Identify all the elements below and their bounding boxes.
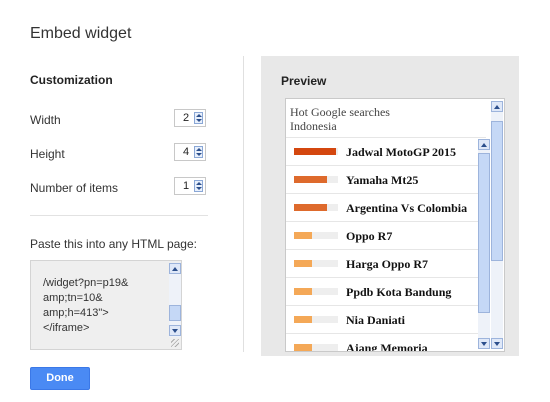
height-value: 4 (183, 146, 190, 158)
trend-item[interactable]: Harga Oppo R7 (286, 249, 486, 277)
width-value: 2 (183, 112, 190, 124)
trend-label[interactable]: Ajang Memoria (346, 341, 428, 351)
preview-heading: Preview (281, 74, 327, 88)
widget-subtitle: Indonesia (290, 119, 337, 133)
scroll-thumb[interactable] (478, 153, 490, 313)
trend-bar-track (294, 204, 338, 211)
trend-label[interactable]: Jadwal MotoGP 2015 (346, 145, 456, 160)
trend-item[interactable]: Ppdb Kota Bandung (286, 277, 486, 305)
scroll-up-icon[interactable] (491, 101, 503, 112)
trend-bar (294, 176, 327, 183)
trend-label[interactable]: Ppdb Kota Bandung (346, 285, 451, 300)
trend-label[interactable]: Nia Daniati (346, 313, 405, 328)
trend-bar (294, 148, 336, 155)
trend-label[interactable]: Oppo R7 (346, 229, 392, 244)
done-button[interactable]: Done (30, 367, 90, 390)
code-scrollbar[interactable] (169, 263, 181, 337)
trend-bar-track (294, 176, 338, 183)
embed-code-textarea[interactable]: /widget?pn=p19& amp;tn=10& amp;h=413"> <… (30, 260, 182, 350)
trend-label[interactable]: Argentina Vs Colombia (346, 201, 467, 216)
resize-handle-icon[interactable] (171, 339, 179, 347)
preview-widget[interactable]: Hot Google searches Indonesia Jadwal Mot… (285, 98, 505, 352)
preview-panel: Preview Hot Google searches Indonesia Ja… (261, 56, 519, 356)
stepper-arrows-icon[interactable] (194, 146, 203, 158)
number-of-items-value: 1 (183, 180, 190, 192)
trend-item[interactable]: Yamaha Mt25 (286, 165, 486, 193)
widget-title: Hot Google searches (290, 105, 390, 119)
scroll-up-icon[interactable] (478, 139, 490, 150)
width-label: Width (30, 113, 61, 127)
dialog-title: Embed widget (30, 25, 132, 42)
stepper-arrows-icon[interactable] (194, 112, 203, 124)
trend-bar-track (294, 316, 338, 323)
trend-item[interactable]: Ajang Memoria (286, 333, 486, 351)
trend-bar-track (294, 260, 338, 267)
trend-label[interactable]: Harga Oppo R7 (346, 257, 428, 272)
trend-label[interactable]: Yamaha Mt25 (346, 173, 418, 188)
trend-bar-track (294, 344, 338, 351)
width-stepper[interactable]: 2 (174, 109, 206, 127)
paste-label: Paste this into any HTML page: (30, 237, 197, 251)
trend-bar (294, 288, 312, 295)
trend-bar (294, 344, 312, 351)
trend-bar-track (294, 288, 338, 295)
scroll-down-icon[interactable] (478, 338, 490, 349)
height-label: Height (30, 147, 65, 161)
trend-bar (294, 260, 312, 267)
stepper-arrows-icon[interactable] (194, 180, 203, 192)
number-of-items-stepper[interactable]: 1 (174, 177, 206, 195)
trend-item[interactable]: Oppo R7 (286, 221, 486, 249)
trend-bar (294, 204, 327, 211)
widget-scrollbar[interactable] (491, 101, 503, 349)
number-of-items-label: Number of items (30, 181, 119, 195)
trend-bar-track (294, 148, 338, 155)
trend-item[interactable]: Argentina Vs Colombia (286, 193, 486, 221)
embed-code: /widget?pn=p19& amp;tn=10& amp;h=413"> <… (43, 277, 129, 334)
trend-item[interactable]: Nia Daniati (286, 305, 486, 333)
trend-bar-track (294, 232, 338, 239)
scroll-down-icon[interactable] (169, 325, 181, 336)
trend-bar (294, 232, 312, 239)
divider (30, 215, 208, 216)
panel-separator (243, 56, 244, 352)
trend-bar (294, 316, 312, 323)
scroll-thumb[interactable] (169, 305, 181, 321)
trend-item[interactable]: Jadwal MotoGP 2015 (286, 137, 486, 165)
scroll-up-icon[interactable] (169, 263, 181, 274)
inner-scrollbar[interactable] (478, 139, 490, 349)
scroll-thumb[interactable] (491, 121, 503, 261)
scroll-down-icon[interactable] (491, 338, 503, 349)
customization-heading: Customization (30, 73, 113, 87)
trend-list: Jadwal MotoGP 2015 Yamaha Mt25 Argentina V… (286, 137, 486, 351)
height-stepper[interactable]: 4 (174, 143, 206, 161)
widget-header: Hot Google searches Indonesia (290, 105, 390, 133)
